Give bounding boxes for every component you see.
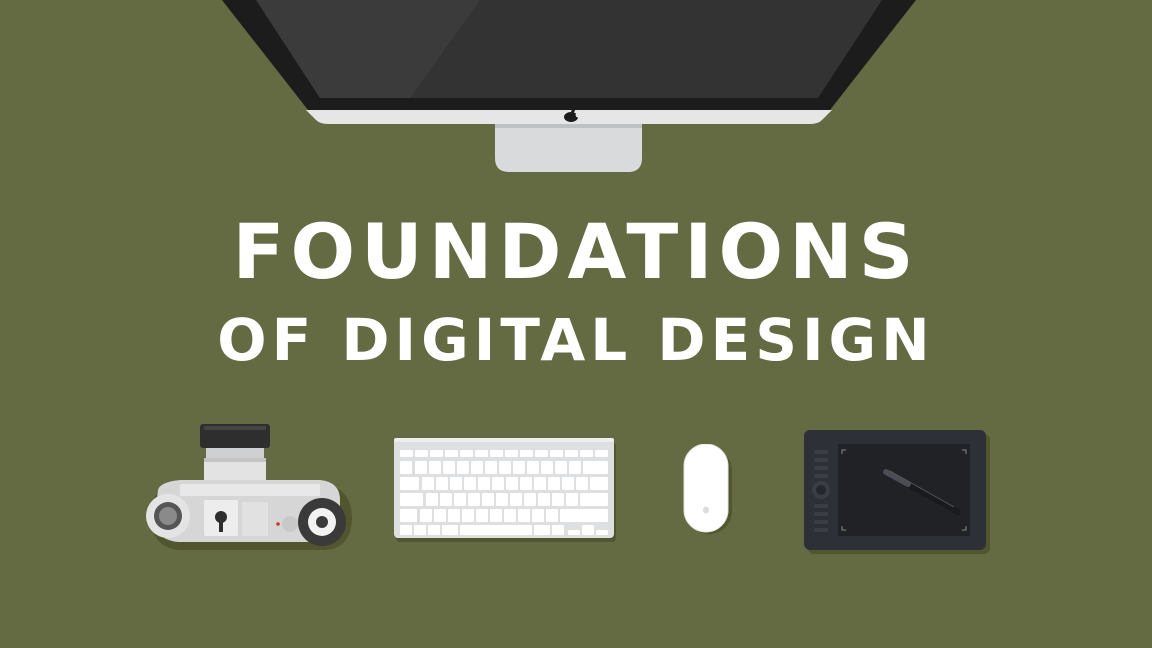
drawing-tablet-icon	[804, 430, 990, 554]
page-title-line2: OF DIGITAL DESIGN	[217, 306, 935, 374]
imac-monitor-icon	[222, 0, 916, 172]
desk-scene: FOUNDATIONS OF DIGITAL DESIGN	[0, 0, 1152, 648]
keyboard-icon	[394, 438, 616, 542]
magic-mouse-icon	[683, 444, 732, 534]
page-title-line1: FOUNDATIONS	[232, 207, 920, 296]
film-camera-icon	[146, 424, 352, 550]
